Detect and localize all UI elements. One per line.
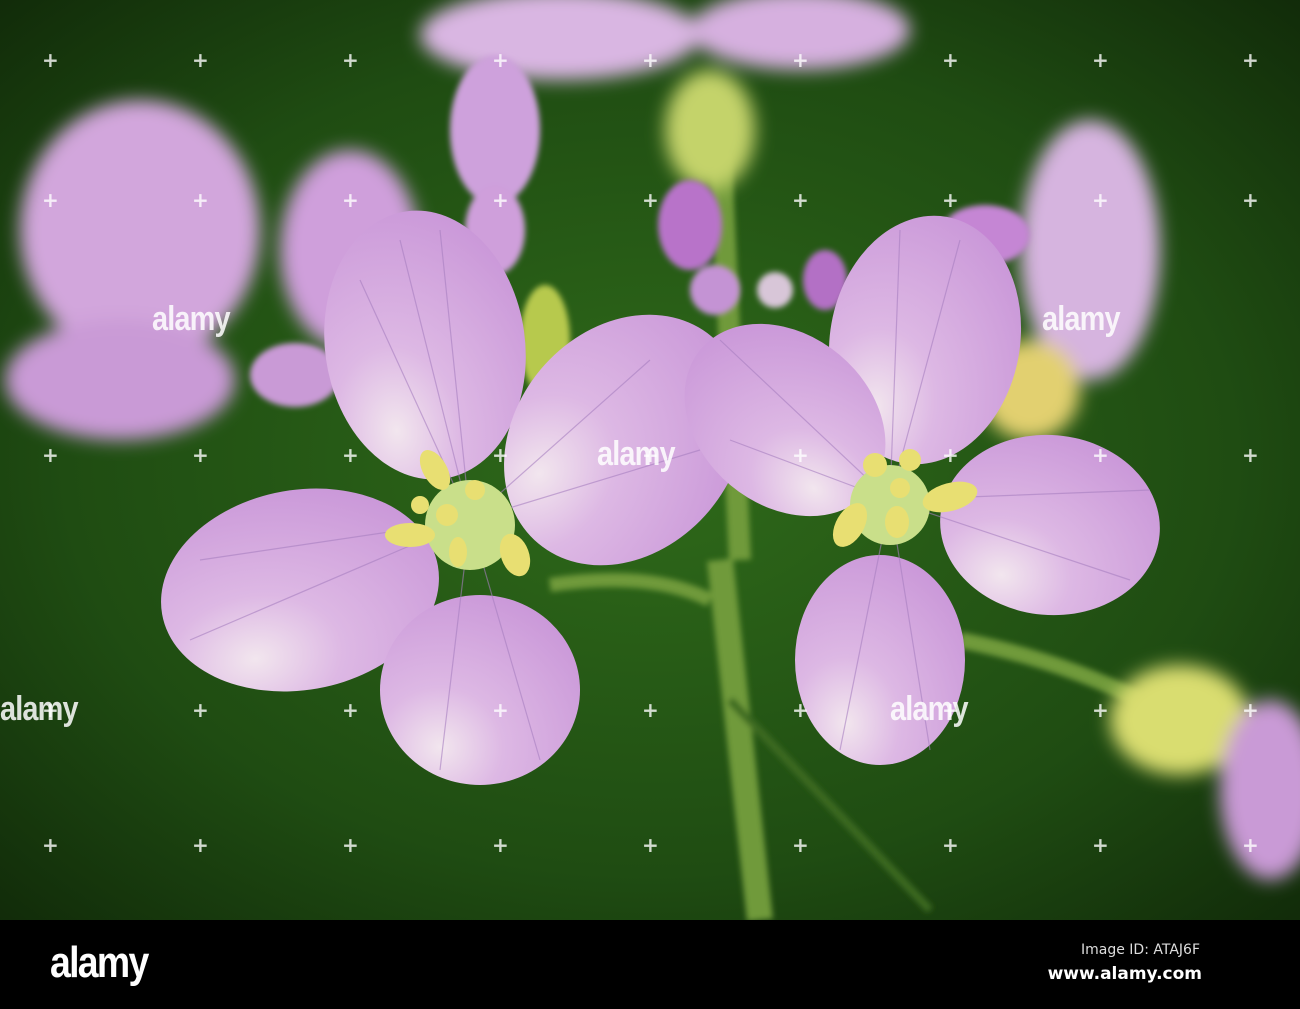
watermark-plus-icon: + [492,188,509,212]
watermark-plus-icon: + [1242,698,1259,722]
watermark-plus-icon: + [1242,48,1259,72]
watermark-text: alamy [1042,300,1121,338]
watermark-plus-icon: + [1092,833,1109,857]
watermark-plus-icon: + [42,833,59,857]
watermark-plus-icon: + [1092,443,1109,467]
watermark-plus-icon: + [342,443,359,467]
watermark-plus-icon: + [492,48,509,72]
watermark-plus-icon: + [342,188,359,212]
watermark-plus-icon: + [1242,443,1259,467]
watermark-plus-icon: + [192,188,209,212]
watermark-plus-icon: + [342,48,359,72]
watermark-plus-icon: + [942,833,959,857]
watermark-plus-icon: + [642,833,659,857]
watermark-plus-icon: + [942,443,959,467]
watermark-plus-icon: + [492,833,509,857]
watermark-plus-icon: + [42,48,59,72]
stock-photo: + + + + + + + + + + + + + + + + + + + + + + + + + + + + + + + + + + + + + + + +… [0,0,1300,1009]
watermark-text: alamy [0,690,79,728]
watermark-plus-icon: + [1092,188,1109,212]
watermark-plus-icon: + [1092,698,1109,722]
watermark-plus-icon: + [1242,833,1259,857]
watermark-plus-icon: + [192,48,209,72]
site-url[interactable]: www.alamy.com [1048,964,1202,984]
footer-bar: alamy Image ID: ATAJ6F www.alamy.com [0,920,1300,1009]
watermark-plus-icon: + [792,443,809,467]
watermark-plus-icon: + [192,698,209,722]
watermark-plus-icon: + [192,443,209,467]
image-id: Image ID: ATAJ6F [1081,942,1200,958]
watermark-plus-icon: + [492,698,509,722]
watermark-plus-icon: + [192,833,209,857]
watermark-plus-icon: + [492,443,509,467]
watermark-plus-icon: + [342,698,359,722]
watermark-plus-icon: + [792,833,809,857]
watermark-plus-icon: + [792,188,809,212]
watermark-text: alamy [597,435,676,473]
watermark-plus-icon: + [942,48,959,72]
watermark-text: alamy [152,300,231,338]
watermark-plus-icon: + [1092,48,1109,72]
watermark-plus-icon: + [792,698,809,722]
watermark-text: alamy [890,690,969,728]
watermark-plus-icon: + [642,698,659,722]
watermark-plus-icon: + [42,443,59,467]
watermark-plus-icon: + [342,833,359,857]
watermark-plus-icon: + [642,188,659,212]
watermark-plus-icon: + [42,188,59,212]
alamy-logo[interactable]: alamy [50,938,149,988]
watermark-plus-icon: + [642,48,659,72]
watermark-plus-icon: + [1242,188,1259,212]
watermark-plus-icon: + [792,48,809,72]
watermark-plus-icon: + [942,188,959,212]
